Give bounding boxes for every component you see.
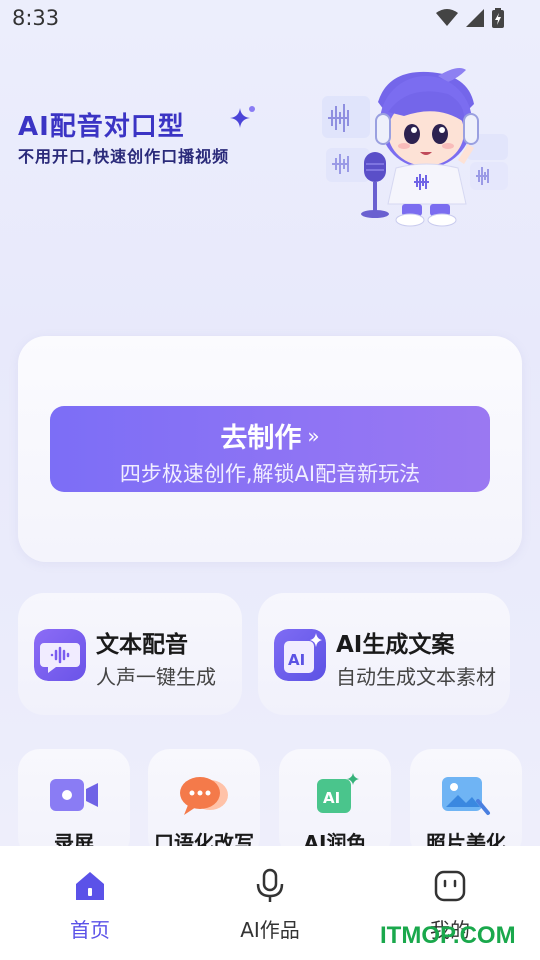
voice-wave-icon (34, 629, 86, 681)
photo-beautify-card[interactable]: 照片美化 (410, 749, 522, 859)
ai-copywriting-card[interactable]: AI AI生成文案 自动生成文本素材 (258, 593, 510, 715)
hero-subtitle: 不用开口,快速创作口播视频 (18, 147, 230, 166)
status-icons (436, 8, 504, 28)
svg-text:AI: AI (323, 789, 340, 807)
ai-copywriting-title: AI生成文案 (336, 632, 455, 658)
photo-icon (442, 777, 490, 815)
hero-title: AI配音对口型 (18, 112, 185, 142)
sparkle-icon (230, 106, 255, 128)
start-creating-title: 去制作 » (50, 416, 490, 455)
text-dubbing-title: 文本配音 (96, 632, 188, 658)
text-dubbing-subtitle: 人声一键生成 (96, 665, 216, 689)
wifi-icon (436, 9, 458, 26)
status-time: 8:33 (12, 6, 60, 30)
nav-label-ai-works: AI作品 (240, 918, 300, 942)
ai-sparkle-icon: AI (317, 773, 359, 813)
video-camera-icon (50, 779, 98, 811)
microphone-icon (256, 868, 284, 902)
home-icon (76, 872, 104, 900)
mascot-illustration (322, 68, 508, 227)
ai-polish-card[interactable]: AI AI润色 (279, 749, 391, 859)
nav-item-ai-works[interactable]: AI作品 (180, 846, 360, 960)
profile-face-icon (434, 870, 466, 902)
status-bar: 8:33 (0, 0, 540, 38)
screen-record-card[interactable]: 录屏 (18, 749, 130, 859)
watermark: ITMOP.COM (380, 922, 516, 949)
battery-icon (492, 8, 504, 28)
nav-label-home: 首页 (70, 918, 110, 942)
cellular-signal-icon (466, 9, 484, 27)
start-creating-label: 去制作 (220, 423, 302, 454)
svg-text:AI: AI (288, 651, 305, 669)
start-creating-subtitle: 四步极速创作,解锁AI配音新玩法 (119, 462, 421, 486)
chat-bubble-icon (180, 777, 228, 815)
ai-doc-icon: AI (274, 629, 326, 681)
double-chevron-right-icon: » (307, 423, 320, 448)
ai-copywriting-subtitle: 自动生成文本素材 (336, 665, 496, 689)
colloquial-rewrite-card[interactable]: 口语化改写 (148, 749, 260, 859)
nav-item-home[interactable]: 首页 (0, 846, 180, 960)
start-creating-button[interactable]: 去制作 » 四步极速创作,解锁AI配音新玩法 (50, 406, 490, 492)
text-dubbing-card[interactable]: 文本配音 人声一键生成 (18, 593, 242, 715)
